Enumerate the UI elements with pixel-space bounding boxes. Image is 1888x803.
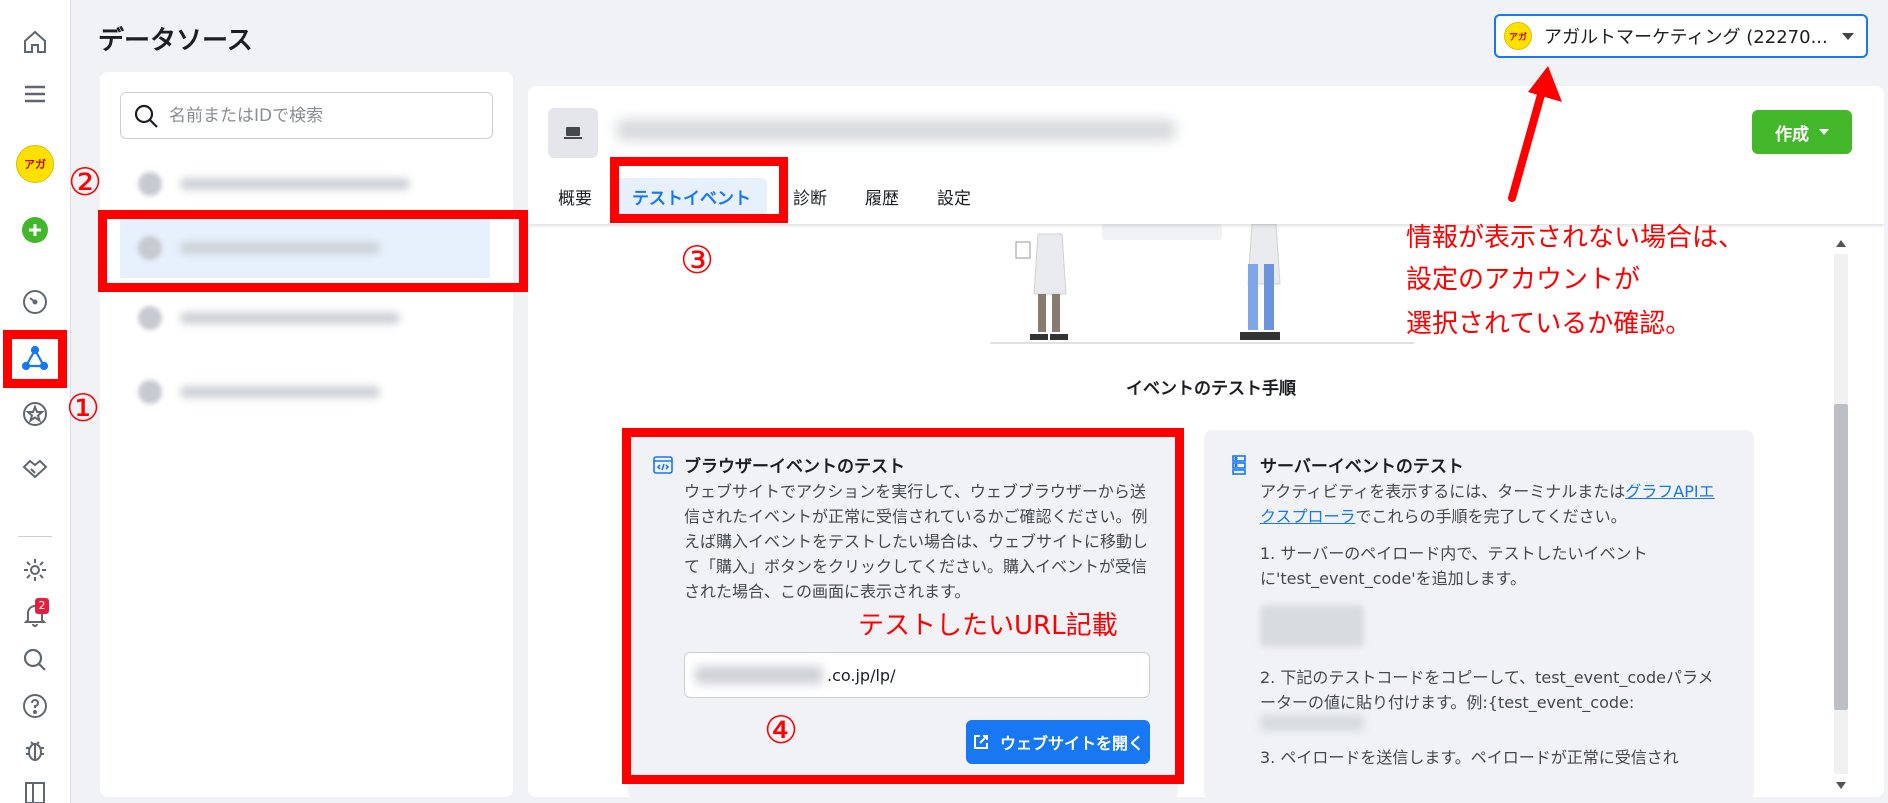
annotation-step-4: ④ <box>764 708 799 752</box>
menu-icon[interactable] <box>13 74 57 114</box>
tab-settings[interactable]: 設定 <box>937 178 971 215</box>
notification-badge: 2 <box>35 598 49 614</box>
list-item-icon <box>138 306 162 330</box>
account-avatar[interactable]: アガ <box>13 144 57 184</box>
annotation-url-note: テストしたいURL記載 <box>858 611 1118 641</box>
account-selector[interactable]: アガ アガルトマーケティング (22270... <box>1494 14 1868 58</box>
scroll-down-icon[interactable] <box>1836 782 1846 789</box>
search-box[interactable] <box>120 92 493 139</box>
scrollbar[interactable] <box>1828 236 1850 789</box>
annotation-account-note-2: 設定のアカウントが <box>1406 265 1641 295</box>
laptop-icon <box>548 108 598 158</box>
tab-bar: 概要 テストイベント 診断 履歴 設定 <box>558 177 1009 215</box>
test-code-blurred <box>1260 605 1364 647</box>
bug-icon[interactable] <box>13 730 57 770</box>
main-panel: 作成 概要 テストイベント 診断 履歴 設定 イベントのテスト手順 ブラウザーイ… <box>528 86 1884 797</box>
star-icon[interactable] <box>13 394 57 434</box>
bell-icon[interactable]: 2 <box>13 594 57 634</box>
annotation-account-note-1: 情報が表示されない場合は、 <box>1406 223 1745 253</box>
chevron-down-icon <box>1842 32 1854 40</box>
illustration-baseline <box>990 342 1414 344</box>
gauge-icon[interactable] <box>13 282 57 322</box>
gear-icon[interactable] <box>13 550 57 590</box>
tab-diagnostics[interactable]: 診断 <box>793 178 827 215</box>
testing-illustration <box>1015 224 1281 340</box>
list-item-selected[interactable] <box>120 218 490 278</box>
list-item-label-blurred <box>180 386 380 398</box>
server-icon <box>1232 455 1246 475</box>
search-icon[interactable] <box>13 640 57 680</box>
data-source-list-panel <box>100 72 513 797</box>
url-suffix: .co.jp/lp/ <box>827 665 896 685</box>
account-avatar-logo: アガ <box>16 145 54 183</box>
open-website-button[interactable]: ウェブサイトを開く <box>966 720 1150 764</box>
browser-card-title: ブラウザーイベントのテスト <box>684 457 905 477</box>
handshake-icon[interactable] <box>13 448 57 488</box>
scroll-thumb[interactable] <box>1834 404 1848 710</box>
list-item-icon <box>138 172 162 196</box>
server-intro-prefix: アクティビティを表示するには、ターミナルまたは <box>1260 482 1626 501</box>
server-step-2: 2. 下記のテストコードをコピーして、test_event_codeパラメーター… <box>1260 668 1714 712</box>
page-title: データソース <box>98 26 253 56</box>
server-step-3: 3. ペイロードを送信します。ペイロードが正常に受信され <box>1260 748 1679 767</box>
search-icon <box>134 104 158 128</box>
annotation-account-note-3: 選択されているか確認。 <box>1406 309 1692 339</box>
list-item-label-blurred <box>180 312 400 324</box>
list-item-icon <box>138 380 162 404</box>
home-icon[interactable] <box>13 22 57 62</box>
list-item-icon <box>138 236 162 260</box>
server-event-card: サーバーイベントのテスト アクティビティを表示するには、ターミナルまたはグラフA… <box>1204 430 1754 797</box>
create-button[interactable]: 作成 <box>1752 110 1852 154</box>
search-input[interactable] <box>169 105 469 126</box>
main-header: 作成 概要 テストイベント 診断 履歴 設定 <box>528 86 1884 224</box>
chevron-down-icon <box>1819 129 1829 135</box>
panel-icon[interactable] <box>13 772 57 803</box>
list-item[interactable] <box>120 288 490 348</box>
events-manager-icon[interactable] <box>13 338 57 378</box>
left-nav-rail: アガ 2 <box>0 0 71 803</box>
account-name: アガルトマーケティング (22270... <box>1544 27 1828 48</box>
list-item[interactable] <box>120 362 490 422</box>
add-icon[interactable] <box>13 210 57 250</box>
annotation-step-2: ② <box>68 160 103 204</box>
create-button-label: 作成 <box>1775 124 1809 145</box>
external-link-icon <box>973 735 988 749</box>
browser-card-body: ウェブサイトでアクションを実行して、ウェブブラウザーから送信されたイベントが正常… <box>684 482 1149 601</box>
section-title: イベントのテスト手順 <box>1126 379 1296 399</box>
annotation-step-3: ③ <box>680 238 715 282</box>
annotation-arrow-icon <box>1508 66 1562 202</box>
code-window-icon <box>653 456 673 474</box>
tab-overview[interactable]: 概要 <box>558 178 592 215</box>
dataset-name-blurred <box>616 119 1176 141</box>
url-blurred <box>695 666 823 684</box>
tab-test-events[interactable]: テストイベント <box>616 177 767 215</box>
website-url-field[interactable]: .co.jp/lp/ <box>684 652 1150 698</box>
account-logo: アガ <box>1504 22 1532 50</box>
list-item-label-blurred <box>180 178 410 190</box>
scroll-up-icon[interactable] <box>1836 240 1846 247</box>
annotation-step-1: ① <box>66 386 101 430</box>
server-card-title: サーバーイベントのテスト <box>1260 457 1464 477</box>
server-intro-suffix: でこれらの手順を完了してください。 <box>1355 507 1627 526</box>
rail-divider <box>18 536 52 537</box>
list-item-label-blurred <box>180 242 380 254</box>
server-card-intro: アクティビティを表示するには、ターミナルまたはグラフAPIエクスプローラでこれら… <box>1260 479 1726 529</box>
tab-history[interactable]: 履歴 <box>865 178 899 215</box>
server-step-1: 1. サーバーのペイロード内で、テストしたいイベントに'test_event_c… <box>1260 544 1648 588</box>
help-icon[interactable] <box>13 686 57 726</box>
example-code-blurred <box>1260 715 1364 731</box>
list-item[interactable] <box>120 154 490 214</box>
open-website-label: ウェブサイトを開く <box>999 734 1144 753</box>
